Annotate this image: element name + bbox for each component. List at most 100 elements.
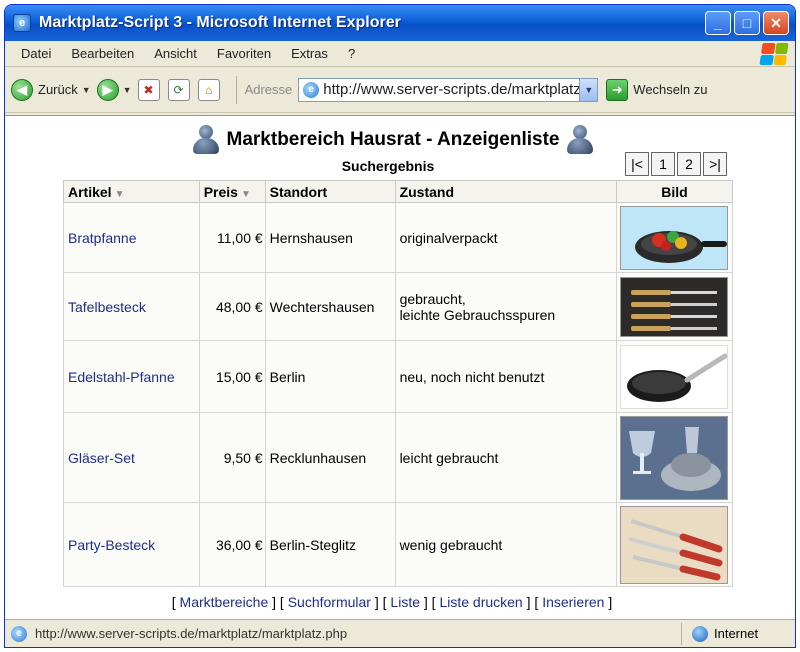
price-cell: 48,00 € xyxy=(198,272,266,341)
price-cell: 11,00 € xyxy=(198,202,266,273)
go-button[interactable]: ➜ Wechseln zu xyxy=(606,78,707,101)
glasses-set-image[interactable] xyxy=(620,415,729,500)
globe-icon xyxy=(692,625,708,642)
steel-pan-image[interactable] xyxy=(620,344,729,409)
status-url: http://www.server-scripts.de/marktplatz/… xyxy=(35,626,348,641)
location-cell: Wechtershausen xyxy=(264,272,396,341)
pager-page-2[interactable]: 2 xyxy=(677,152,701,176)
address-bar[interactable]: e http://www.server-scripts.de/marktplat… xyxy=(298,77,599,102)
back-label: Zurück xyxy=(38,82,78,97)
menu-favoriten[interactable]: Favoriten xyxy=(207,46,281,61)
forward-arrow-icon: ▶ xyxy=(96,78,119,101)
cutlery-set-image[interactable] xyxy=(620,276,729,337)
condition-cell: originalverpackt xyxy=(394,202,617,273)
location-cell: Berlin-Steglitz xyxy=(264,502,396,587)
page-header: Marktbereich Hausrat - Anzeigenliste xyxy=(163,124,623,156)
party-cutlery-image[interactable] xyxy=(620,505,729,584)
column-label: Artikel xyxy=(68,183,112,200)
image-cell xyxy=(615,502,734,587)
article-link[interactable]: Gläser-Set xyxy=(63,412,200,503)
image-cell xyxy=(615,272,734,341)
condition-text: leicht gebraucht xyxy=(399,449,499,466)
pan-with-vegetables-image[interactable] xyxy=(620,205,729,270)
column-label: Preis xyxy=(203,183,238,200)
link-marktbereiche[interactable]: Marktbereiche xyxy=(180,594,269,610)
condition-text-line2: leichte Gebrauchsspuren xyxy=(399,306,556,323)
menu-extras[interactable]: Extras xyxy=(281,46,338,61)
column-header-zustand: Zustand xyxy=(394,180,617,203)
stop-icon[interactable]: ✖ xyxy=(137,78,160,101)
page-title: Marktbereich Hausrat - Anzeigenliste xyxy=(226,129,560,150)
column-header-artikel[interactable]: Artikel ▼ xyxy=(63,180,200,203)
image-cell xyxy=(615,202,734,273)
windows-logo-icon xyxy=(759,43,789,65)
menu-help[interactable]: ? xyxy=(338,46,365,61)
close-icon: ✕ xyxy=(770,14,782,31)
column-header-bild: Bild xyxy=(615,180,734,203)
price-cell: 9,50 € xyxy=(198,412,266,503)
security-zone: Internet xyxy=(681,622,795,645)
price-cell: 15,00 € xyxy=(198,340,266,413)
pager-page-1[interactable]: 1 xyxy=(651,152,675,176)
address-dropdown-icon[interactable]: ▼ xyxy=(579,78,598,101)
refresh-icon[interactable]: ⟳ xyxy=(167,78,190,101)
location-cell: Recklunhausen xyxy=(264,412,396,503)
pager-last[interactable]: >| xyxy=(703,152,727,176)
status-bar: e http://www.server-scripts.de/marktplat… xyxy=(5,619,795,647)
link-inserieren[interactable]: Inserieren xyxy=(542,594,604,610)
condition-cell: gebraucht, leichte Gebrauchsspuren xyxy=(394,272,617,341)
address-label: Adresse xyxy=(244,82,293,97)
table-row: Bratpfanne 11,00 € Hernshausen originalv… xyxy=(63,202,734,273)
sort-icon[interactable]: ▼ xyxy=(115,189,125,200)
menu-bearbeiten[interactable]: Bearbeiten xyxy=(61,46,144,61)
close-button[interactable]: ✕ xyxy=(763,11,789,35)
location-cell: Hernshausen xyxy=(264,202,396,273)
zone-label: Internet xyxy=(714,626,759,641)
page-status-icon: e xyxy=(11,625,27,642)
condition-cell: neu, noch nicht benutzt xyxy=(394,340,617,413)
menu-bar: Datei Bearbeiten Ansicht Favoriten Extra… xyxy=(5,41,795,67)
condition-cell: wenig gebraucht xyxy=(394,502,617,587)
menu-datei[interactable]: Datei xyxy=(11,46,61,61)
person-icon xyxy=(565,125,595,155)
column-header-preis[interactable]: Preis ▼ xyxy=(198,180,266,203)
maximize-button[interactable]: □ xyxy=(734,11,760,35)
link-liste-drucken[interactable]: Liste drucken xyxy=(439,594,522,610)
forward-button[interactable]: ▶ ▼ xyxy=(96,78,132,101)
link-suchformular[interactable]: Suchformular xyxy=(288,594,371,610)
image-cell xyxy=(615,340,734,413)
price-cell: 36,00 € xyxy=(198,502,266,587)
table-row: Gläser-Set 9,50 € Recklunhausen leicht g… xyxy=(63,412,734,503)
chevron-down-icon[interactable]: ▼ xyxy=(82,85,91,95)
location-cell: Berlin xyxy=(264,340,396,413)
image-cell xyxy=(615,412,734,503)
back-button[interactable]: ◀ Zurück ▼ xyxy=(11,78,91,101)
home-icon[interactable]: ⌂ xyxy=(197,78,220,101)
maximize-icon: □ xyxy=(742,15,752,31)
page-icon: e xyxy=(303,81,320,98)
address-input[interactable]: http://www.server-scripts.de/marktplatz/… xyxy=(323,81,579,98)
minimize-button[interactable]: _ xyxy=(705,11,731,35)
toolbar: ◀ Zurück ▼ ▶ ▼ ✖ ⟳ ⌂ Adresse e http://ww… xyxy=(5,67,795,113)
footer-nav: [ Marktbereiche ] [ Suchformular ] [ Lis… xyxy=(171,594,613,610)
condition-cell: leicht gebraucht xyxy=(394,412,617,503)
link-liste[interactable]: Liste xyxy=(390,594,420,610)
sort-icon[interactable]: ▼ xyxy=(241,189,251,200)
article-link[interactable]: Bratpfanne xyxy=(63,202,200,273)
menu-ansicht[interactable]: Ansicht xyxy=(144,46,207,61)
chevron-down-icon[interactable]: ▼ xyxy=(123,85,132,95)
article-link[interactable]: Party-Besteck xyxy=(63,502,200,587)
toolbar-separator xyxy=(235,75,237,104)
window-title: Marktplatz-Script 3 - Microsoft Internet… xyxy=(39,14,401,31)
article-link[interactable]: Edelstahl-Pfanne xyxy=(63,340,200,413)
title-bar[interactable]: e Marktplatz-Script 3 - Microsoft Intern… xyxy=(5,5,795,41)
pagination: |< 1 2 >| xyxy=(625,152,729,176)
condition-text: originalverpackt xyxy=(399,229,498,246)
go-arrow-icon: ➜ xyxy=(606,78,629,101)
pager-first[interactable]: |< xyxy=(625,152,649,176)
condition-text: wenig gebraucht xyxy=(399,536,503,553)
minimize-icon: _ xyxy=(714,15,722,31)
table-row: Party-Besteck 36,00 € Berlin-Steglitz we… xyxy=(63,502,734,587)
article-link[interactable]: Tafelbesteck xyxy=(63,272,200,341)
page-content: Marktbereich Hausrat - Anzeigenliste Suc… xyxy=(5,115,795,620)
